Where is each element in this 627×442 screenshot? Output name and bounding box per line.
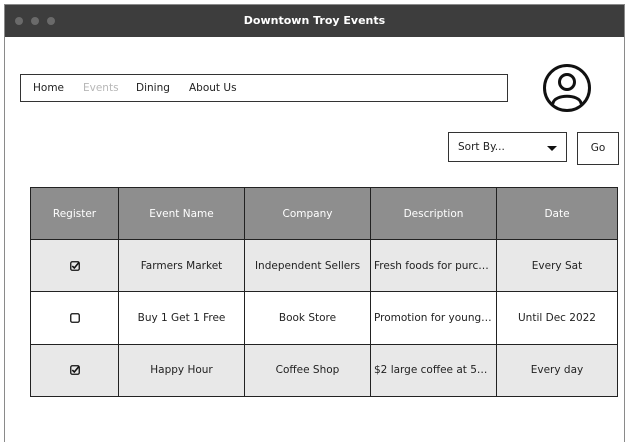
window-title: Downtown Troy Events [243, 14, 386, 27]
nav-item-about-us[interactable]: About Us [189, 75, 237, 101]
table-header-row: Register Event Name Company Description … [30, 187, 618, 240]
header-register[interactable]: Register [30, 187, 119, 240]
date-cell: Every day [496, 343, 618, 398]
checkbox-checked-icon[interactable] [69, 365, 80, 376]
nav-item-home[interactable]: Home [33, 75, 64, 101]
header-event-name[interactable]: Event Name [118, 187, 245, 240]
nav-bar: Home Events Dining About Us [20, 74, 508, 102]
go-button[interactable]: Go [577, 132, 619, 165]
company-cell: Coffee Shop [244, 343, 371, 398]
company-cell: Independent Sellers [244, 238, 371, 293]
table-row: Farmers Market Independent Sellers Fresh… [30, 238, 618, 293]
description-cell: Promotion for young ad… [370, 291, 497, 345]
header-date[interactable]: Date [496, 187, 618, 240]
title-bar: Downtown Troy Events [5, 5, 624, 37]
date-cell: Until Dec 2022 [496, 291, 618, 345]
checkbox-unchecked-icon[interactable] [69, 313, 80, 323]
browser-window: Downtown Troy Events Home Events Dining … [4, 4, 625, 442]
header-description[interactable]: Description [370, 187, 497, 240]
header-company[interactable]: Company [244, 187, 371, 240]
table-row: Buy 1 Get 1 Free Book Store Promotion fo… [30, 291, 618, 345]
event-name-cell: Buy 1 Get 1 Free [118, 291, 245, 345]
checkbox-checked-icon[interactable] [69, 260, 80, 271]
sort-by-value: Sort By... [458, 141, 505, 153]
event-name-cell: Happy Hour [118, 343, 245, 398]
nav-item-events[interactable]: Events [83, 75, 119, 101]
register-cell [30, 238, 119, 293]
user-avatar-icon[interactable] [542, 63, 592, 113]
description-cell: $2 large coffee at 5pm [370, 343, 497, 398]
events-table: Register Event Name Company Description … [30, 187, 618, 398]
company-cell: Book Store [244, 291, 371, 345]
caret-down-icon [547, 146, 557, 151]
sort-by-select[interactable]: Sort By... [448, 132, 567, 162]
table-row: Happy Hour Coffee Shop $2 large coffee a… [30, 343, 618, 398]
date-cell: Every Sat [496, 238, 618, 293]
nav-item-dining[interactable]: Dining [136, 75, 170, 101]
description-cell: Fresh foods for purchase [370, 238, 497, 293]
register-cell [30, 291, 119, 345]
event-name-cell: Farmers Market [118, 238, 245, 293]
register-cell [30, 343, 119, 398]
